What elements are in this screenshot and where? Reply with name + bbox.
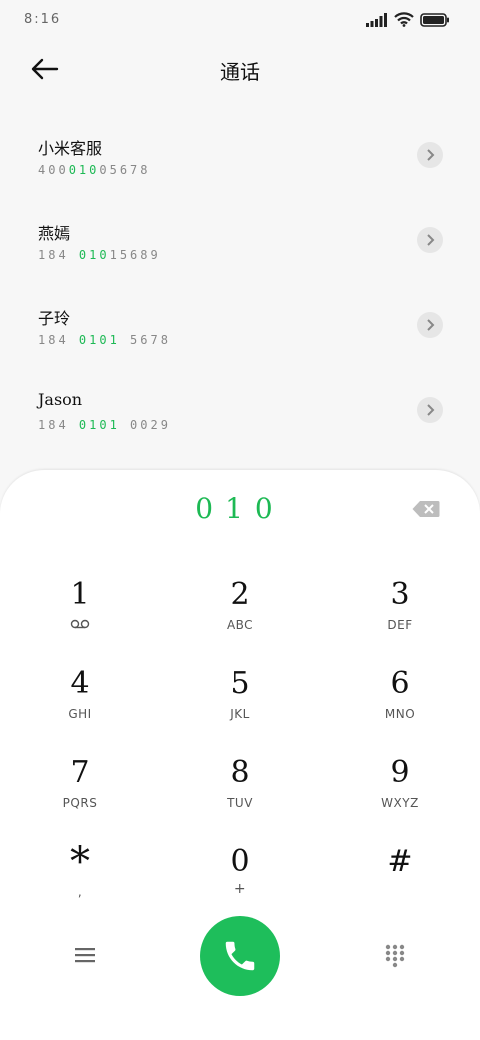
contact-detail-button[interactable] bbox=[417, 397, 443, 423]
key-4[interactable]: 4 GHI bbox=[0, 667, 160, 755]
chevron-right-icon bbox=[427, 234, 435, 246]
contact-name: 燕嫣 bbox=[38, 224, 71, 243]
contact-name: 小米客服 bbox=[38, 139, 103, 158]
chevron-right-icon bbox=[427, 149, 435, 161]
contact-name: Jason bbox=[38, 390, 83, 409]
call-button[interactable] bbox=[200, 916, 280, 996]
backspace-icon bbox=[412, 501, 440, 517]
dialpad-panel: 010 1 2 ABC 3 DEF 4 GHI 5 JKL 6 MNO 7 PQ… bbox=[0, 470, 480, 1040]
backspace-button[interactable] bbox=[412, 500, 442, 520]
key-7[interactable]: 7 PQRS bbox=[0, 756, 160, 844]
dialed-number[interactable]: 010 bbox=[0, 492, 480, 525]
status-icons bbox=[366, 12, 450, 27]
key-1[interactable]: 1 bbox=[0, 578, 160, 666]
number-match-highlight: 010 bbox=[78, 248, 110, 262]
number-match-highlight: 0101 bbox=[78, 333, 120, 347]
dialpad-actions bbox=[0, 914, 480, 998]
number-match-highlight: 0101 bbox=[78, 418, 120, 432]
signal-icon bbox=[366, 12, 387, 27]
contact-name: 子玲 bbox=[38, 309, 71, 328]
contact-item[interactable]: 燕嫣 184 01015689 bbox=[0, 200, 480, 285]
status-time: 8:16 bbox=[24, 12, 62, 27]
page-title: 通话 bbox=[220, 60, 260, 84]
number-match-highlight: 010 bbox=[68, 163, 100, 177]
battery-icon bbox=[420, 12, 449, 27]
menu-icon bbox=[75, 948, 95, 963]
key-2[interactable]: 2 ABC bbox=[160, 578, 320, 666]
key-3[interactable]: 3 DEF bbox=[320, 578, 480, 666]
contact-number: 184 01015689 bbox=[38, 248, 161, 262]
contact-item[interactable]: Jason 184 0101 0029 bbox=[0, 370, 480, 455]
contact-detail-button[interactable] bbox=[417, 227, 443, 253]
contact-number: 40001005678 bbox=[38, 163, 151, 177]
menu-button[interactable] bbox=[74, 946, 96, 964]
key-8[interactable]: 8 TUV bbox=[160, 756, 320, 844]
dialpad-icon bbox=[385, 944, 405, 968]
contact-detail-button[interactable] bbox=[417, 312, 443, 338]
chevron-right-icon bbox=[427, 404, 435, 416]
contact-suggestion-list: 小米客服 40001005678 燕嫣 184 01015689 子玲 184 … bbox=[0, 115, 480, 455]
key-9[interactable]: 9 WXYZ bbox=[320, 756, 480, 844]
contact-number: 184 0101 5678 bbox=[38, 333, 171, 347]
key-6[interactable]: 6 MNO bbox=[320, 667, 480, 755]
key-5[interactable]: 5 JKL bbox=[160, 667, 320, 755]
chevron-right-icon bbox=[427, 319, 435, 331]
status-bar: 8:16 bbox=[0, 0, 480, 42]
contact-detail-button[interactable] bbox=[417, 142, 443, 168]
wifi-icon bbox=[394, 12, 414, 27]
phone-icon bbox=[225, 941, 255, 971]
contact-item[interactable]: 小米客服 40001005678 bbox=[0, 115, 480, 200]
header: 通话 bbox=[0, 42, 480, 98]
voicemail-icon bbox=[0, 618, 160, 632]
contact-item[interactable]: 子玲 184 0101 5678 bbox=[0, 285, 480, 370]
dialpad-toggle-button[interactable] bbox=[385, 944, 405, 968]
contact-number: 184 0101 0029 bbox=[38, 418, 171, 432]
